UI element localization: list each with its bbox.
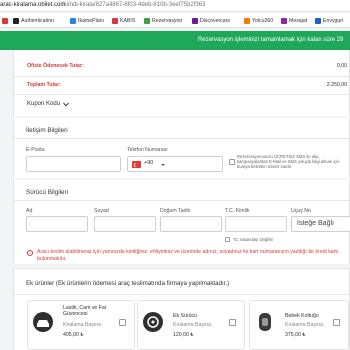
bookmark-item[interactable]: Yolcu360 [244, 17, 273, 25]
bookmark-label: İkamePlanı [78, 18, 104, 24]
bookmark-icon [192, 18, 198, 24]
extra-unit: Kiralama Başına [173, 322, 212, 328]
divider [14, 138, 350, 139]
divider [14, 268, 350, 269]
extra-price: 375,00 ₺ [285, 332, 306, 338]
driver-title: Sürücü Bilgileri [26, 189, 68, 196]
extra-price: 405,00 ₺ [63, 332, 84, 338]
coupon-toggle[interactable]: Kupon Kodu [27, 101, 69, 107]
driver-icon [143, 312, 163, 332]
contact-card: İletişim Bilgileri E-Posta Telefon Numar… [13, 118, 350, 178]
price-summary-card: Ofiste Ödenecek Tutar: 0,00 Toplam Tutar… [13, 50, 350, 116]
sms-consent-checkbox[interactable] [229, 159, 235, 165]
email-label: E-Posta [26, 147, 45, 153]
surname-input[interactable] [94, 216, 156, 232]
extra-checkbox[interactable] [119, 319, 126, 326]
tc-id-label: T.C. Kimlik [225, 208, 250, 214]
divider [14, 200, 350, 201]
flight-no-placeholder: İsteğe Bağlı [297, 220, 334, 227]
bookmark-item[interactable]: Envygun [315, 17, 343, 25]
divider [14, 94, 350, 95]
extra-product-card[interactable]: Ek Sürücü Kiralama Başına 120,00 ₺ [137, 300, 245, 350]
bookmark-item[interactable]: Discovercars [192, 17, 230, 25]
total-value: 2.250,00 [326, 82, 347, 88]
name-label: Ad [26, 208, 33, 214]
extra-unit: Kiralama Başına [285, 322, 324, 328]
surname-label: Soyad [94, 208, 109, 214]
warning-icon: ! [27, 250, 33, 256]
bookmark-label: KABIS [120, 18, 136, 24]
bookmark-item[interactable]: İkamePlanı [70, 17, 104, 25]
extra-name: Lastik, Cam ve Far Güvencesi [63, 305, 107, 317]
chevron-down-icon [63, 102, 69, 107]
address-bar[interactable]: arac-kiralama.obilet.com /simdi-kirala/8… [0, 0, 350, 12]
bookmark-item[interactable]: KABIS [112, 17, 135, 25]
extra-checkbox[interactable] [229, 319, 236, 326]
bookmark-label: Rezervasyon [152, 18, 183, 24]
birth-date-input[interactable] [160, 216, 222, 232]
bookmark-label: Discovercars [200, 18, 230, 24]
phone-input[interactable]: +90 [127, 156, 223, 172]
extra-checkbox[interactable] [333, 319, 340, 326]
url-host: arac-kiralama.obilet.com [0, 2, 66, 8]
contact-title: İletişim Bilgileri [26, 127, 68, 134]
extra-product-card[interactable]: Bebek Koltuğu Kiralama Başına 375,00 ₺ [249, 300, 349, 350]
extra-price: 120,00 ₺ [173, 332, 194, 338]
bookmark-icon [315, 18, 321, 24]
bookmarks-bar: Authentication İkamePlanı KABIS Rezervas… [0, 13, 350, 28]
not-citizen-checkbox[interactable] [225, 237, 230, 242]
not-citizen-label: TC Vatandaşı Değilim [233, 237, 274, 242]
office-payment-value: 0,00 [336, 63, 347, 69]
extra-unit: Kiralama Başına [63, 322, 102, 328]
bookmark-icon [144, 18, 150, 24]
car-shield-icon [33, 312, 53, 332]
bookmark-icon [281, 18, 287, 24]
name-input[interactable] [26, 216, 88, 232]
bookmark-icon [112, 18, 118, 24]
bookmark-icon [70, 18, 76, 24]
office-payment-label: Ofiste Ödenecek Tutar: [27, 63, 84, 69]
bookmark-item[interactable] [2, 17, 8, 25]
total-label: Toplam Tutar: [27, 82, 61, 88]
baby-seat-icon [259, 313, 271, 331]
country-code[interactable]: +90 [144, 160, 153, 166]
flight-no-input[interactable]: İsteğe Bağlı [291, 216, 350, 232]
bookmark-icon [2, 18, 8, 24]
divider [14, 76, 350, 77]
birth-date-label: Doğum Tarihi [160, 208, 191, 214]
coupon-label: Kupon Kodu [27, 101, 61, 107]
extra-name: Ek Sürücü [173, 313, 197, 319]
tc-id-input[interactable] [225, 216, 287, 232]
flight-no-label: Uçuş No [291, 208, 311, 214]
divider [14, 294, 350, 295]
bookmark-icon [244, 18, 250, 24]
bookmark-item[interactable]: Mesajat [281, 17, 307, 25]
phone-label: Telefon Numarası [127, 147, 168, 153]
turkey-flag-icon [132, 161, 141, 168]
extra-product-card[interactable]: Lastik, Cam ve Far Güvencesi Kiralama Ba… [27, 300, 135, 350]
bookmark-item[interactable]: Authentication [13, 17, 54, 25]
bookmark-icon [13, 18, 19, 24]
reservation-timer-banner: Rezervasyon işleminizi tamamlamak için k… [0, 31, 350, 50]
bookmark-label: Yolcu360 [252, 18, 274, 24]
chevron-down-icon [161, 164, 165, 166]
email-input[interactable] [26, 156, 121, 172]
url-path: /simdi-kirala/827a4867-8f03-4deb-810b-3e… [62, 2, 206, 8]
bookmark-item[interactable]: Rezervasyon [144, 17, 182, 25]
id-warning: ! Aracı teslim alabilmeniz için yanınızd… [27, 248, 347, 263]
bookmark-label: Envygun [323, 18, 344, 24]
bookmark-label: Mesajat [289, 18, 308, 24]
extra-name: Bebek Koltuğu [285, 313, 319, 319]
banner-text: Rezervasyon işleminizi tamamlamak için k… [198, 37, 344, 43]
sms-consent-text: Rezervasyonunuzu ÜCRETSİZ SMS ile alıp, … [237, 154, 340, 170]
warning-text: Aracı teslim alabilmeniz için yanınızda … [37, 249, 339, 262]
extras-title: Ek ürünler (Ek ürünlerin ödemesi araç te… [26, 280, 230, 287]
bookmark-label: Authentication [21, 18, 54, 24]
